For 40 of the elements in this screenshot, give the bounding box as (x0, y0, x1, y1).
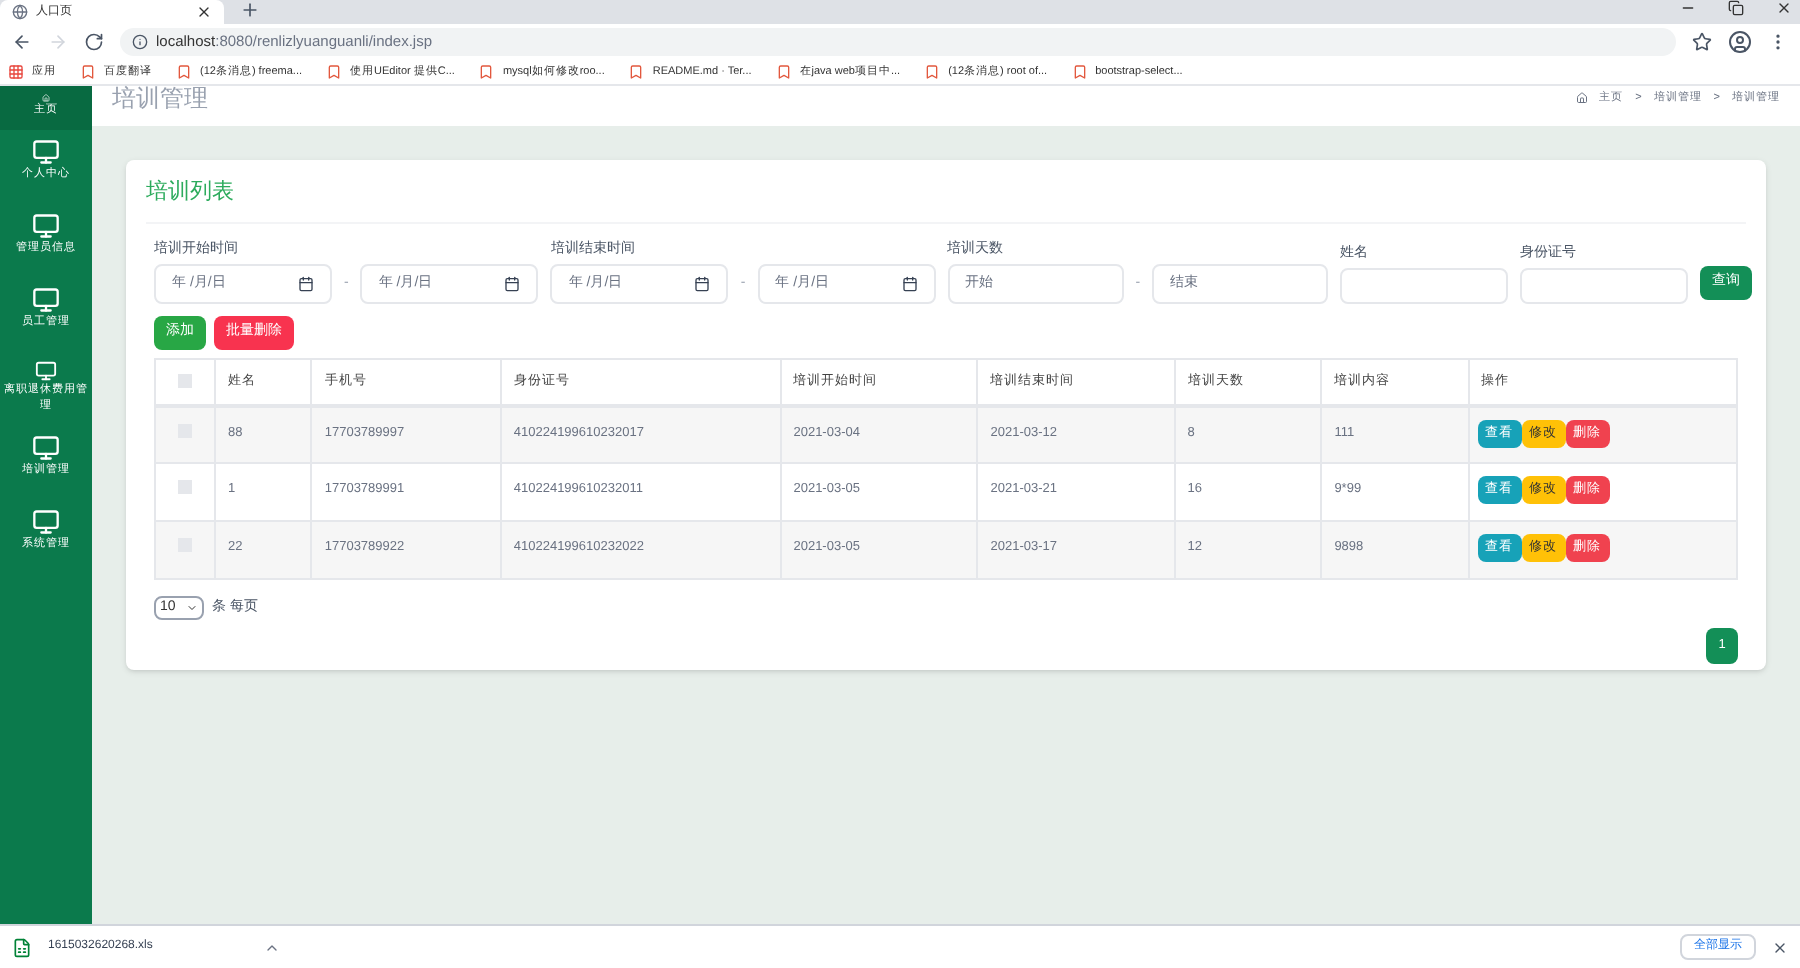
select-all-checkbox[interactable] (178, 374, 192, 389)
bookmark-icon (478, 64, 495, 80)
home-icon (1575, 92, 1588, 104)
row-checkbox[interactable] (178, 480, 192, 494)
monitor-icon (32, 360, 60, 382)
chevron-down-icon (186, 602, 198, 614)
reload-icon[interactable] (84, 32, 104, 52)
text-field[interactable] (1340, 268, 1509, 304)
calendar-icon (694, 276, 711, 292)
globe-icon (12, 4, 28, 20)
apps-icon (8, 64, 24, 80)
close-icon[interactable] (1776, 0, 1792, 16)
info-icon (132, 34, 148, 50)
bookmark-icon (1071, 64, 1088, 80)
calendar-icon (901, 276, 918, 292)
close-icon[interactable] (196, 4, 212, 20)
bookmark-icon (775, 64, 792, 80)
calendar-icon (504, 276, 521, 292)
restore-icon[interactable] (1728, 0, 1744, 16)
new-tab-icon[interactable] (240, 0, 260, 20)
card-title: 培训列表 (146, 176, 1746, 223)
monitor-icon (32, 434, 60, 462)
monitor-icon (32, 508, 60, 536)
monitor-icon (32, 286, 60, 314)
file-icon (12, 937, 32, 957)
text-field[interactable] (1520, 268, 1689, 304)
back-icon[interactable] (12, 32, 32, 52)
profile-icon[interactable] (1728, 30, 1752, 54)
page-title: 培训管理 (112, 82, 208, 116)
monitor-icon (32, 212, 60, 240)
home-icon (36, 94, 56, 102)
monitor-icon (32, 138, 60, 166)
star-icon[interactable] (1692, 32, 1712, 52)
bookmark-icon (176, 64, 192, 80)
bookmark-icon (80, 64, 96, 80)
close-icon[interactable] (1772, 939, 1788, 955)
bookmark-icon (628, 64, 645, 80)
bookmark-icon (326, 64, 343, 80)
bookmark-icon (924, 64, 941, 80)
calendar-icon (298, 276, 314, 292)
